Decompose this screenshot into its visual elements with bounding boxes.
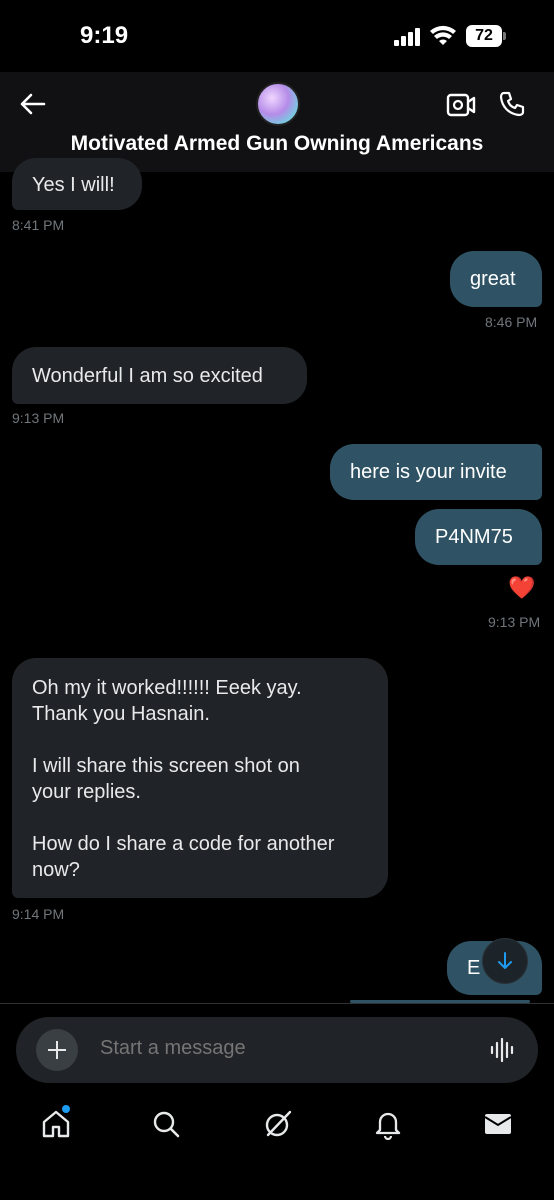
bell-icon[interactable] [372, 1108, 404, 1140]
grok-icon[interactable] [262, 1108, 294, 1140]
message-bubble-outgoing[interactable]: here is your invite [330, 444, 542, 500]
message-bubble-outgoing[interactable]: great [450, 251, 542, 307]
message-composer [16, 1017, 538, 1083]
message-bubble-incoming[interactable]: Yes I will! [12, 158, 142, 210]
heart-reaction[interactable]: ❤️ [508, 575, 535, 601]
status-time: 9:19 [80, 22, 129, 49]
bottom-navigation [0, 1096, 554, 1200]
message-input[interactable] [100, 1037, 460, 1060]
message-timestamp: 9:13 PM [488, 614, 541, 630]
status-bar: 9:19 72 [0, 0, 554, 72]
message-timestamp: 8:41 PM [12, 217, 65, 233]
envelope-icon[interactable] [482, 1108, 514, 1140]
phone-icon[interactable] [498, 90, 526, 118]
message-timestamp: 9:13 PM [12, 410, 65, 426]
chat-title: Motivated Armed Gun Owning Americans [70, 132, 484, 155]
notification-dot [62, 1105, 70, 1113]
message-bubble-outgoing[interactable]: P4NM75 [415, 509, 542, 565]
arrow-down-icon [498, 952, 512, 969]
message-timestamp: 9:14 PM [12, 906, 65, 922]
message-bubble-incoming[interactable]: Oh my it worked!!!!!! Eeek yay. Thank yo… [12, 658, 388, 898]
back-arrow-icon[interactable] [18, 90, 46, 118]
battery-level: 72 [466, 25, 502, 47]
chat-header: Motivated Armed Gun Owning Americans [0, 72, 554, 172]
wifi-icon [430, 25, 456, 45]
message-bubble-incoming[interactable]: Wonderful I am so excited [12, 347, 307, 404]
group-avatar[interactable] [256, 82, 300, 126]
scroll-to-bottom-button[interactable] [482, 938, 528, 984]
plus-icon[interactable] [36, 1029, 78, 1071]
battery-icon: 72 [466, 25, 506, 47]
message-timestamp: 8:46 PM [485, 314, 538, 330]
voice-wave-icon[interactable] [490, 1038, 516, 1062]
search-icon[interactable] [150, 1108, 182, 1140]
cellular-signal-icon [394, 28, 422, 46]
video-call-icon[interactable] [446, 92, 476, 118]
composer-divider [0, 1003, 554, 1004]
